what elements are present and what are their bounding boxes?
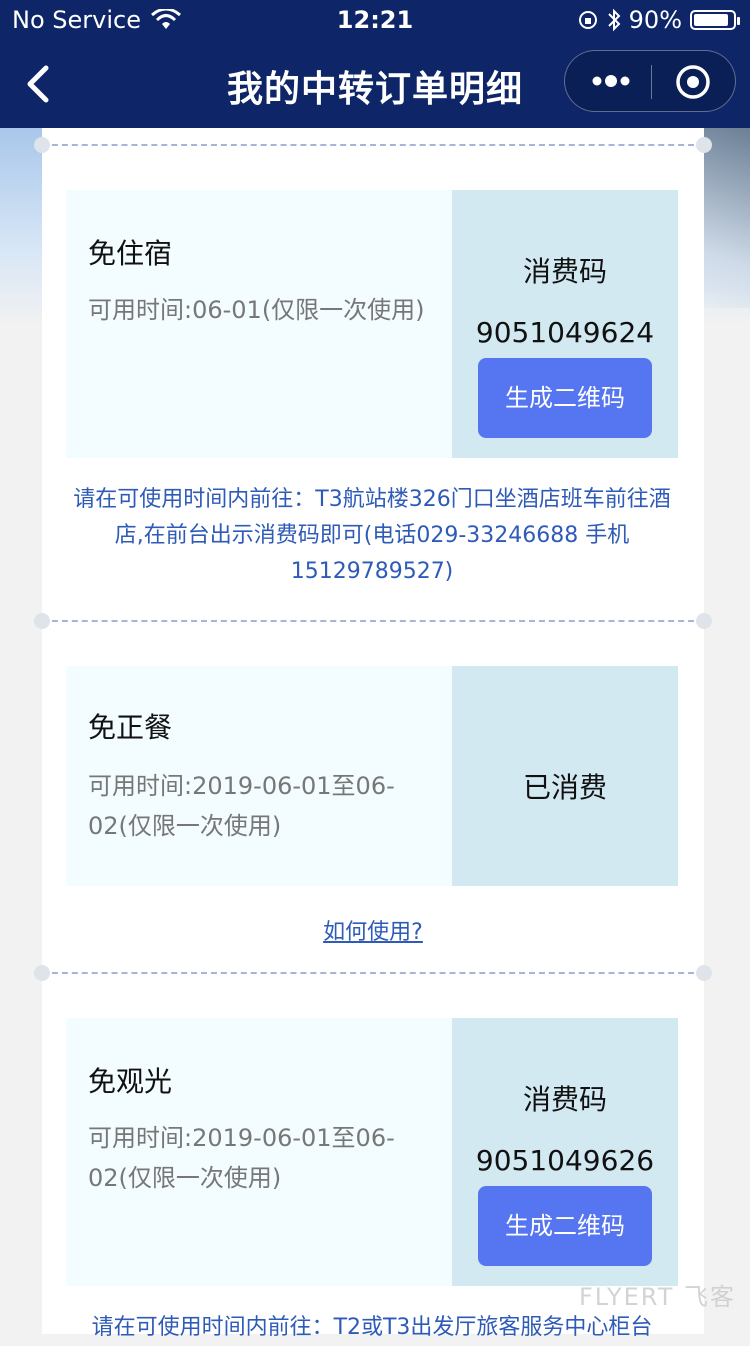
coupon-instructions: 请在可使用时间内前往：T2或T3出发厅旅客服务中心柜台 xyxy=(91,1315,653,1340)
ticket-notch xyxy=(696,137,712,153)
used-status: 已消费 xyxy=(522,771,607,804)
code-label: 消费码 xyxy=(522,255,607,288)
coupon-status-panel: 已消费 xyxy=(452,666,678,886)
dashed-divider xyxy=(42,620,704,622)
ticket-notch xyxy=(34,965,50,981)
coupon-validity: 可用时间:06-01(仅限一次使用) xyxy=(88,296,425,324)
close-target-icon[interactable] xyxy=(675,64,711,100)
how-to-use-link[interactable]: 如何使用? xyxy=(42,914,704,946)
coupon-code-panel: 消费码 9051049626 生成二维码 xyxy=(452,1018,678,1286)
code-label: 消费码 xyxy=(522,1083,607,1116)
coupon-code-panel: 消费码 9051049624 生成二维码 xyxy=(452,190,678,458)
ticket-notch xyxy=(696,613,712,629)
orientation-lock-icon xyxy=(578,11,597,29)
ticket-notch xyxy=(34,613,50,629)
generate-qr-button[interactable]: 生成二维码 xyxy=(478,1186,652,1266)
code-value: 9051049626 xyxy=(475,1144,655,1177)
top-bar: No Service 12:21 90% 我的中转订单明细 xyxy=(0,0,750,128)
coupon-info: 免正餐 可用时间:2019-06-01至06-02(仅限一次使用) xyxy=(66,666,452,886)
order-detail-card: 免住宿 可用时间:06-01(仅限一次使用) 消费码 9051049624 生成… xyxy=(34,128,712,1340)
ticket-notch xyxy=(696,965,712,981)
dashed-divider xyxy=(42,972,704,974)
ticket-notch xyxy=(34,137,50,153)
nav-bar: 我的中转订单明细 xyxy=(0,40,750,128)
coupon-validity: 可用时间:2019-06-01至06-02(仅限一次使用) xyxy=(88,772,395,840)
coupon-info: 免观光 可用时间:2019-06-01至06-02(仅限一次使用) xyxy=(66,1018,452,1286)
code-value: 9051049624 xyxy=(475,316,655,349)
coupon-info: 免住宿 可用时间:06-01(仅限一次使用) xyxy=(66,190,452,458)
battery-percent: 90% xyxy=(628,6,682,34)
bluetooth-icon xyxy=(607,8,621,32)
coupon-name: 免观光 xyxy=(88,1065,173,1098)
coupon-meal: 免正餐 可用时间:2019-06-01至06-02(仅限一次使用) 已消费 xyxy=(66,666,678,886)
coupon-validity: 可用时间:2019-06-01至06-02(仅限一次使用) xyxy=(88,1124,395,1192)
coupon-name: 免住宿 xyxy=(88,237,173,270)
coupon-lodging: 免住宿 可用时间:06-01(仅限一次使用) 消费码 9051049624 生成… xyxy=(66,190,678,458)
dashed-divider xyxy=(42,144,704,146)
generate-qr-button[interactable]: 生成二维码 xyxy=(478,358,652,438)
coupon-name: 免正餐 xyxy=(88,711,173,744)
watermark-logo: FLYERT 飞客 xyxy=(578,1283,736,1311)
battery-icon xyxy=(690,10,740,30)
coupon-instructions: 请在可使用时间内前往：T3航站楼326门口坐酒店班车前往酒店,在前台出示消费码即… xyxy=(73,487,671,584)
status-bar: No Service 12:21 90% xyxy=(0,0,750,40)
coupon-sightseeing: 免观光 可用时间:2019-06-01至06-02(仅限一次使用) 消费码 90… xyxy=(66,1018,678,1286)
mini-program-capsule xyxy=(564,50,736,112)
capsule-divider xyxy=(651,65,652,99)
more-icon[interactable] xyxy=(591,71,631,91)
